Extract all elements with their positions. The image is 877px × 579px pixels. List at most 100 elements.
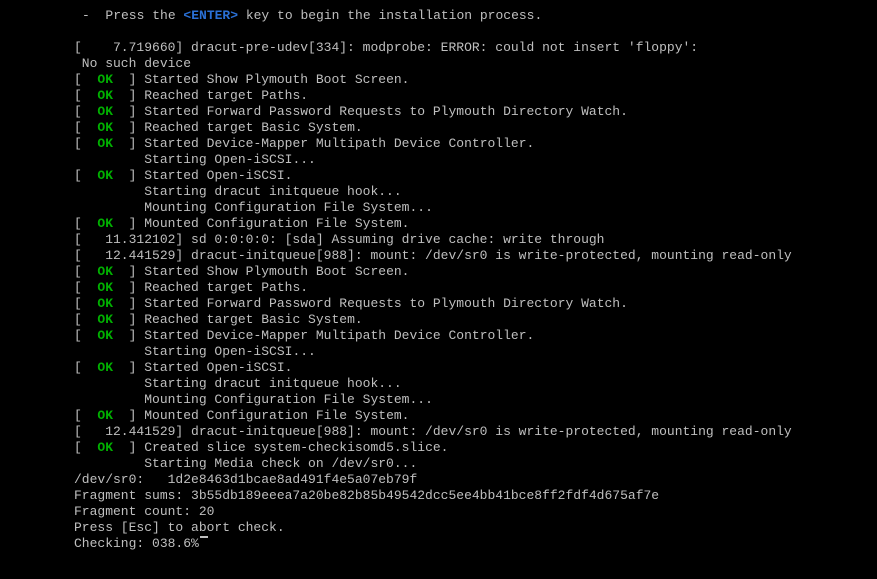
status-ok: OK [97, 280, 113, 296]
log-line: Fragment sums: 3b55db189eeea7a20be82b85b… [0, 488, 877, 504]
status-bracket-open: [ [74, 104, 97, 120]
hint-line: - Press the <ENTER> key to begin the ins… [0, 8, 877, 24]
log-line: [ OK ] Started Show Plymouth Boot Screen… [0, 72, 877, 88]
log-message: Mounted Configuration File System. [144, 408, 409, 424]
log-line: [ OK ] Reached target Basic System. [0, 312, 877, 328]
status-bracket-close: ] [113, 280, 144, 296]
log-message: Reached target Basic System. [144, 120, 362, 136]
status-bracket-open: [ [74, 72, 97, 88]
status-ok: OK [97, 408, 113, 424]
log-message: No such device [74, 56, 191, 72]
log-message: Created slice system-checkisomd5.slice. [144, 440, 448, 456]
log-message: Started Show Plymouth Boot Screen. [144, 264, 409, 280]
log-message: Fragment count: 20 [74, 504, 214, 520]
status-bracket-close: ] [113, 264, 144, 280]
status-ok: OK [97, 72, 113, 88]
log-message: Mounted Configuration File System. [144, 216, 409, 232]
log-line: [ OK ] Started Open-iSCSI. [0, 360, 877, 376]
log-line: Press [Esc] to abort check. [0, 520, 877, 536]
log-indent [74, 376, 144, 392]
status-ok: OK [97, 120, 113, 136]
log-message: Reached target Paths. [144, 280, 308, 296]
status-bracket-close: ] [113, 168, 144, 184]
log-message: Reached target Basic System. [144, 312, 362, 328]
log-line: Starting Open-iSCSI... [0, 152, 877, 168]
log-line: /dev/sr0: 1d2e8463d1bcae8ad491f4e5a07eb7… [0, 472, 877, 488]
log-line: Mounting Configuration File System... [0, 200, 877, 216]
log-line: [ OK ] Started Show Plymouth Boot Screen… [0, 264, 877, 280]
log-line: No such device [0, 56, 877, 72]
log-line: [ OK ] Reached target Paths. [0, 280, 877, 296]
status-bracket-open: [ [74, 360, 97, 376]
hint-suffix: key to begin the installation process. [238, 8, 542, 24]
status-bracket-close: ] [113, 216, 144, 232]
log-message: Starting Media check on /dev/sr0... [144, 456, 417, 472]
status-ok: OK [97, 328, 113, 344]
log-indent [74, 200, 144, 216]
log-message: Fragment sums: 3b55db189eeea7a20be82b85b… [74, 488, 659, 504]
status-bracket-open: [ [74, 440, 97, 456]
log-message: Starting dracut initqueue hook... [144, 376, 401, 392]
status-bracket-open: [ [74, 136, 97, 152]
log-line: [ OK ] Started Open-iSCSI. [0, 168, 877, 184]
status-bracket-close: ] [113, 312, 144, 328]
log-message: Starting Open-iSCSI... [144, 344, 316, 360]
status-bracket-open: [ [74, 408, 97, 424]
log-line: [ OK ] Reached target Basic System. [0, 120, 877, 136]
log-line: [ 12.441529] dracut-initqueue[988]: moun… [0, 424, 877, 440]
status-bracket-close: ] [113, 440, 144, 456]
hint-prefix: - Press the [82, 8, 183, 24]
log-message: Started Open-iSCSI. [144, 168, 292, 184]
log-line: [ 7.719660] dracut-pre-udev[334]: modpro… [0, 40, 877, 56]
status-bracket-open: [ [74, 216, 97, 232]
log-line: [ OK ] Started Forward Password Requests… [0, 296, 877, 312]
log-line: [ 11.312102] sd 0:0:0:0: [sda] Assuming … [0, 232, 877, 248]
status-bracket-open: [ [74, 312, 97, 328]
log-line: [ OK ] Mounted Configuration File System… [0, 408, 877, 424]
log-message: [ 12.441529] dracut-initqueue[988]: moun… [74, 248, 792, 264]
log-line: Starting Media check on /dev/sr0... [0, 456, 877, 472]
log-message: Started Device-Mapper Multipath Device C… [144, 328, 534, 344]
status-bracket-open: [ [74, 168, 97, 184]
log-line: Starting Open-iSCSI... [0, 344, 877, 360]
log-message: [ 11.312102] sd 0:0:0:0: [sda] Assuming … [74, 232, 605, 248]
status-bracket-close: ] [113, 120, 144, 136]
log-message: [ 7.719660] dracut-pre-udev[334]: modpro… [74, 40, 698, 56]
enter-key: <ENTER> [183, 8, 238, 24]
status-ok: OK [97, 216, 113, 232]
log-line: Mounting Configuration File System... [0, 392, 877, 408]
log-indent [74, 152, 144, 168]
status-bracket-close: ] [113, 408, 144, 424]
log-line: Checking: 038.6% [0, 536, 877, 552]
log-message: Press [Esc] to abort check. [74, 520, 285, 536]
log-message: [ 12.441529] dracut-initqueue[988]: moun… [74, 424, 792, 440]
log-line: [ OK ] Mounted Configuration File System… [0, 216, 877, 232]
log-line: Starting dracut initqueue hook... [0, 376, 877, 392]
log-line: [ 12.441529] dracut-initqueue[988]: moun… [0, 248, 877, 264]
status-bracket-close: ] [113, 88, 144, 104]
status-ok: OK [97, 264, 113, 280]
log-line: [ OK ] Started Forward Password Requests… [0, 104, 877, 120]
log-message: Started Forward Password Requests to Ply… [144, 296, 628, 312]
status-ok: OK [97, 312, 113, 328]
log-indent [74, 184, 144, 200]
status-ok: OK [97, 296, 113, 312]
status-bracket-close: ] [113, 328, 144, 344]
status-bracket-close: ] [113, 72, 144, 88]
status-bracket-open: [ [74, 264, 97, 280]
status-bracket-open: [ [74, 328, 97, 344]
log-indent [74, 344, 144, 360]
status-ok: OK [97, 88, 113, 104]
status-bracket-open: [ [74, 296, 97, 312]
boot-log: [ 7.719660] dracut-pre-udev[334]: modpro… [0, 40, 877, 552]
status-bracket-open: [ [74, 280, 97, 296]
status-ok: OK [97, 440, 113, 456]
log-line: Starting dracut initqueue hook... [0, 184, 877, 200]
log-message: Started Forward Password Requests to Ply… [144, 104, 628, 120]
log-indent [74, 456, 144, 472]
log-line: Fragment count: 20 [0, 504, 877, 520]
status-bracket-open: [ [74, 120, 97, 136]
log-message: Checking: 038.6% [74, 536, 199, 552]
log-message: Reached target Paths. [144, 88, 308, 104]
log-line: [ OK ] Reached target Paths. [0, 88, 877, 104]
